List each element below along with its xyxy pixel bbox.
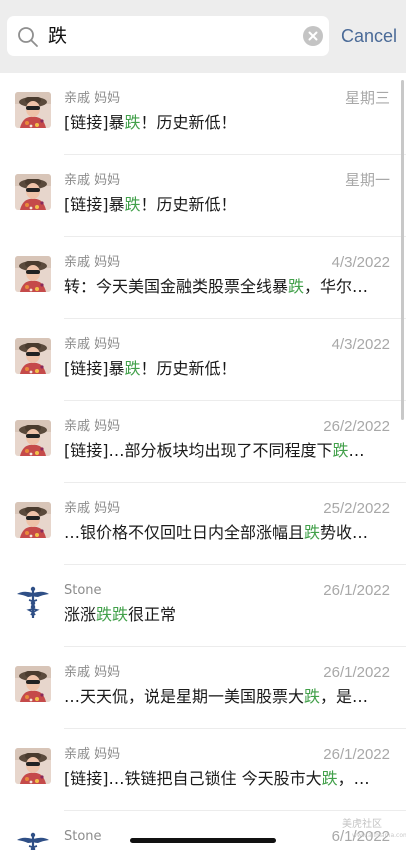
woman-avatar [15,256,51,292]
search-icon [17,26,39,48]
snippet-text: 势收… [320,523,369,542]
contact-name: Stone [64,583,102,598]
caduceus-avatar [15,830,51,850]
message-snippet: …银价格不仅回吐日内全部涨幅且跌势收… [64,521,390,545]
watermark-subtext: www.alimama.com [352,832,406,839]
result-row[interactable]: 亲戚 妈妈 星期三 [链接]暴跌！历史新低！ [0,73,406,155]
snippet-text: 转：今天美国金融类股票全线暴 [64,277,289,296]
woman-avatar [15,92,51,128]
message-snippet: [链接]…铁链把自己锁住 今天股市大跌，… [64,767,390,791]
result-row[interactable]: 亲戚 妈妈 星期一 [链接]暴跌！历史新低！ [0,155,406,237]
contact-name: 亲戚 妈妈 [64,501,121,516]
contact-name: 亲戚 妈妈 [64,255,121,270]
message-snippet: …天天侃，说是星期一美国股票大跌，是… [64,685,390,709]
snippet-text: ，… [337,769,370,788]
snippet-text: ！历史新低！ [140,195,237,214]
message-date: 25/2/2022 [323,500,390,517]
contact-name: 亲戚 妈妈 [64,337,121,352]
snippet-text: ！历史新低！ [140,113,237,132]
snippet-text: ！历史新低！ [140,359,237,378]
watermark-text: 美虎社区 [342,819,382,830]
snippet-text: [链接]暴 [64,113,125,132]
message-date: 星期一 [344,172,390,189]
message-date: 26/1/2022 [323,746,390,763]
message-snippet: [链接]暴跌！历史新低！ [64,111,390,135]
snippet-highlight: 跌 [288,277,305,296]
snippet-text: [链接]…部分板块均出现了不同程度下 [64,441,333,460]
message-date: 26/1/2022 [323,664,390,681]
message-snippet: 涨涨跌跌很正常 [64,603,390,627]
message-date: 星期三 [344,90,390,107]
result-row[interactable]: 亲戚 妈妈 4/3/2022 转：今天美国金融类股票全线暴跌，华尔… [0,237,406,319]
snippet-text: ，是… [320,687,369,706]
snippet-highlight: 跌 [321,769,338,788]
snippet-highlight: 跌 [304,523,321,542]
contact-name: 亲戚 妈妈 [64,173,121,188]
snippet-highlight: 跌 [124,113,141,132]
contact-name: Stone [64,829,102,844]
message-date: 26/2/2022 [323,418,390,435]
result-row[interactable]: Stone 26/1/2022 涨涨跌跌很正常 [0,565,406,647]
contact-name: 亲戚 妈妈 [64,91,121,106]
caduceus-avatar [15,584,51,620]
message-date: 4/3/2022 [331,254,390,271]
snippet-text: 很正常 [128,605,177,624]
woman-avatar [15,666,51,702]
contact-name: 亲戚 妈妈 [64,747,121,762]
message-snippet: 转：今天美国金融类股票全线暴跌，华尔… [64,275,390,299]
snippet-text: [链接]…铁链把自己锁住 今天股市大 [64,769,322,788]
result-row[interactable]: 亲戚 妈妈 26/1/2022 …天天侃，说是星期一美国股票大跌，是… [0,647,406,729]
message-snippet: [链接]暴跌！历史新低！ [64,357,390,381]
woman-avatar [15,502,51,538]
result-row[interactable]: 亲戚 妈妈 25/2/2022 …银价格不仅回吐日内全部涨幅且跌势收… [0,483,406,565]
woman-avatar [15,420,51,456]
contact-name: 亲戚 妈妈 [64,665,121,680]
woman-avatar [15,338,51,374]
woman-avatar [15,748,51,784]
snippet-text: [链接]暴 [64,195,125,214]
snippet-text: …银价格不仅回吐日内全部涨幅且 [64,523,305,542]
message-date: 4/3/2022 [331,336,390,353]
message-snippet: [链接]暴跌！历史新低！ [64,193,390,217]
snippet-highlight: 跌 [124,195,141,214]
home-indicator[interactable] [130,838,276,843]
search-results-list: 亲戚 妈妈 星期三 [链接]暴跌！历史新低！ 亲戚 妈妈 星期一 [链接]暴跌！… [0,73,406,850]
message-date: 26/1/2022 [323,582,390,599]
snippet-highlight: 跌 [332,441,349,460]
snippet-highlight: 跌跌 [96,605,129,624]
snippet-text: [链接]暴 [64,359,125,378]
scrollbar[interactable] [401,80,404,420]
message-snippet: [链接]…部分板块均出现了不同程度下跌… [64,439,390,463]
cancel-button[interactable]: Cancel [341,24,397,48]
result-row[interactable]: 亲戚 妈妈 26/2/2022 [链接]…部分板块均出现了不同程度下跌… [0,401,406,483]
snippet-text: … [348,441,365,460]
search-bar: 跌 Cancel [0,0,406,73]
contact-name: 亲戚 妈妈 [64,419,121,434]
clear-icon[interactable] [303,26,323,46]
result-row[interactable]: 亲戚 妈妈 26/1/2022 [链接]…铁链把自己锁住 今天股市大跌，… [0,729,406,811]
search-input[interactable]: 跌 [48,24,67,48]
snippet-text: 涨涨 [64,605,97,624]
snippet-text: …天天侃，说是星期一美国股票大 [64,687,305,706]
snippet-text: ，华尔… [304,277,369,296]
woman-avatar [15,174,51,210]
search-box[interactable]: 跌 [7,16,329,56]
snippet-highlight: 跌 [124,359,141,378]
snippet-highlight: 跌 [304,687,321,706]
result-row[interactable]: 亲戚 妈妈 4/3/2022 [链接]暴跌！历史新低！ [0,319,406,401]
